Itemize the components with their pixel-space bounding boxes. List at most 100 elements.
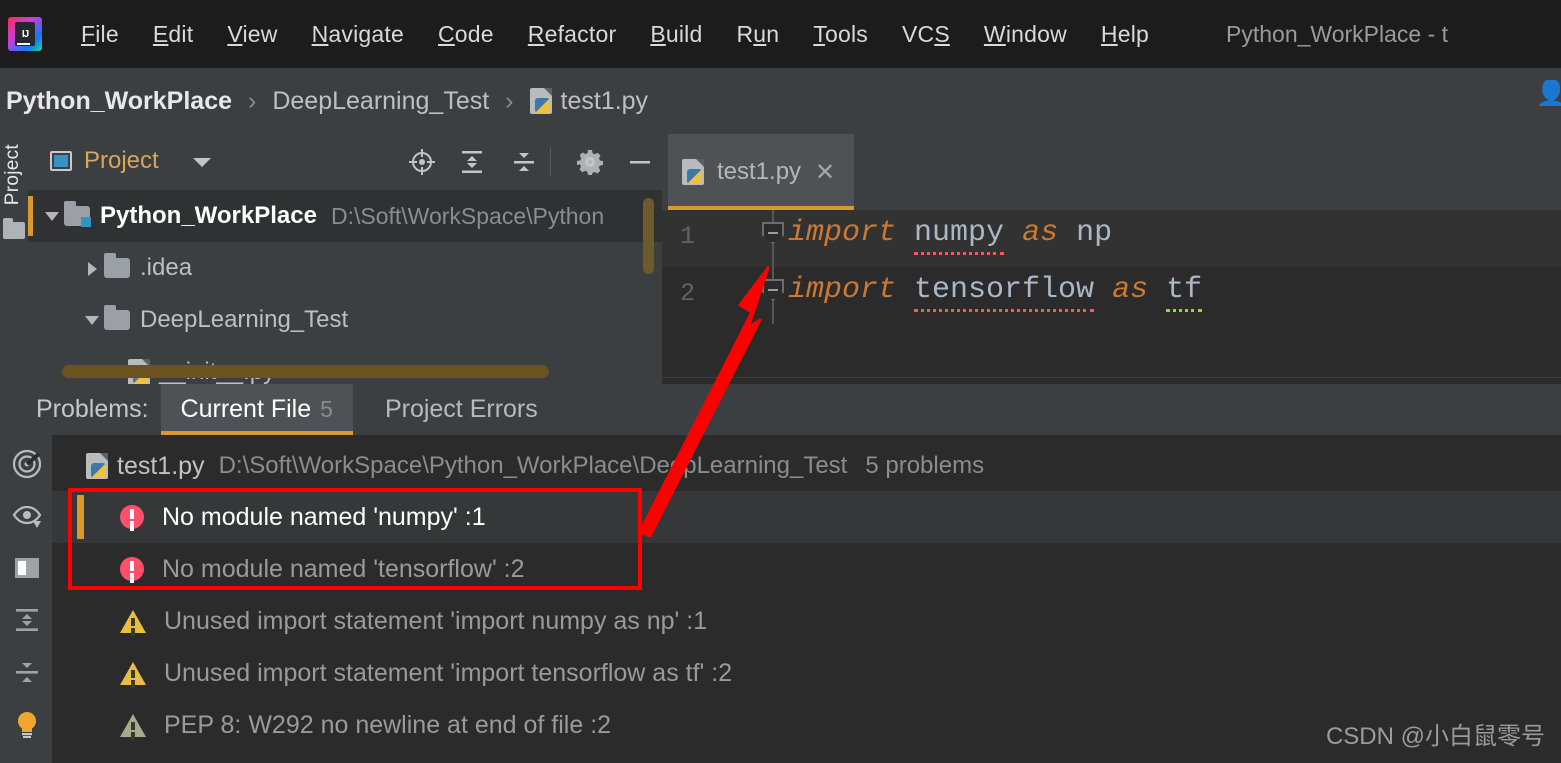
problem-row-warning-numpy-unused[interactable]: Unused import statement 'import numpy as… [52,595,1561,647]
project-tree-vertical-scrollbar[interactable] [643,198,654,274]
code-text-line-2: import tensorflow as tf [788,273,1203,312]
code-line-2[interactable]: 2 import tensorflow as tf [662,267,1561,324]
tree-item-label: Python_WorkPlace [100,202,317,229]
editor-divider [662,377,1561,378]
breadcrumb-label: Python_WorkPlace [6,86,233,115]
project-panel-title: Project [84,147,159,174]
problem-row-error-numpy[interactable]: No module named 'numpy' :1 [52,491,1561,543]
problems-tool-window: Problems: Current File 5 Project Errors [0,384,1561,763]
fold-marker-icon[interactable] [762,222,784,244]
chevron-right-icon[interactable] [84,260,100,276]
problems-file-path: D:\Soft\WorkSpace\Python_WorkPlace\DeepL… [218,452,848,479]
fold-marker-icon[interactable] [762,279,784,301]
tree-item-deeplearning-test[interactable]: DeepLearning_Test [28,294,662,346]
editor-area: test1.py ✕ 1 import numpy as np 2 import… [662,134,1561,384]
menu-item-navigate[interactable]: Navigate [295,21,421,48]
editor-body[interactable]: 1 import numpy as np 2 import tensorflow… [662,210,1561,384]
menu-item-refactor[interactable]: Refactor [511,21,634,48]
tab-count: 5 [320,396,333,422]
module-tensorflow: tensorflow [914,273,1095,312]
chevron-down-icon[interactable] [44,208,60,224]
menu-item-vcs[interactable]: VCS [885,21,967,48]
user-avatar-icon[interactable]: 👤 [1535,80,1561,106]
code-text-line-1: import numpy as np [788,216,1112,255]
folder-icon [104,305,130,330]
editor-tab-strip: test1.py ✕ [662,134,1561,210]
expand-all-icon[interactable] [12,605,42,635]
minimize-icon[interactable] [626,148,654,176]
gear-icon[interactable] [576,148,604,176]
watermark: CSDN @小白鼠零号 [1325,723,1545,750]
tab-project-errors[interactable]: Project Errors [365,384,558,435]
problems-file-name: test1.py [117,451,205,480]
window-title: Python_WorkPlace - t [1226,20,1449,47]
tab-label: Project Errors [384,395,538,423]
menu-item-view[interactable]: View [210,21,294,48]
chevron-right-icon: › [505,86,514,115]
problems-label: Problems: [36,395,149,423]
problem-text: PEP 8: W292 no newline at end of file :2 [164,710,612,739]
code-line-1[interactable]: 1 import numpy as np [662,210,1561,267]
tab-current-file[interactable]: Current File 5 [160,384,354,435]
menu-item-help[interactable]: Help [1084,21,1166,48]
inspection-radar-icon[interactable] [12,449,42,479]
chevron-right-icon: › [248,86,257,115]
menu-item-file[interactable]: File [64,21,136,48]
problems-list: test1.py D:\Soft\WorkSpace\Python_WorkPl… [52,435,1561,763]
error-icon [120,557,144,581]
menu-item-edit[interactable]: Edit [136,21,210,48]
folder-icon [3,218,25,239]
toolbar-separator [550,148,551,176]
problem-text: No module named 'numpy' :1 [162,502,486,531]
breadcrumb-item-project[interactable]: Python_WorkPlace [6,87,232,116]
line-number: 2 [680,279,696,308]
menu-item-window[interactable]: Window [967,21,1084,48]
breadcrumb-item-file[interactable]: test1.py [529,86,649,116]
keyword-as: as [1022,216,1077,250]
problem-row-warning-tensorflow-unused[interactable]: Unused import statement 'import tensorfl… [52,647,1561,699]
locate-icon[interactable] [408,148,436,176]
folder-icon [104,253,130,278]
line-number: 1 [680,222,696,251]
keyword-import: import [788,273,915,307]
problem-text: Unused import statement 'import tensorfl… [164,658,733,687]
problems-body: test1.py D:\Soft\WorkSpace\Python_WorkPl… [0,435,1561,763]
menu-item-run[interactable]: Run [719,21,796,48]
menu-item-build[interactable]: Build [633,21,719,48]
problem-row-error-tensorflow[interactable]: No module named 'tensorflow' :2 [52,543,1561,595]
close-icon[interactable]: ✕ [815,158,835,187]
tool-window-tab-project[interactable]: Project [2,144,24,205]
left-tool-strip: Project [0,134,28,384]
chevron-down-icon[interactable] [193,158,211,167]
menu-item-tools[interactable]: Tools [796,21,885,48]
module-folder-icon [64,201,91,227]
pycharm-window: IJ File Edit View Navigate Code Refactor… [0,0,1561,763]
intellij-idea-logo-icon[interactable]: IJ [8,17,42,51]
tree-item-python-workplace[interactable]: Python_WorkPlace D:\Soft\WorkSpace\Pytho… [28,190,662,242]
tree-item-idea[interactable]: .idea [28,242,662,294]
problem-text: Unused import statement 'import numpy as… [164,606,708,635]
collapse-all-icon[interactable] [12,657,42,687]
warning-icon [120,661,146,685]
collapse-all-icon[interactable] [510,148,538,176]
menu-item-code[interactable]: Code [421,21,511,48]
chevron-down-icon[interactable] [84,312,100,328]
project-tree-horizontal-scrollbar[interactable] [62,365,549,378]
tree-item-label: DeepLearning_Test [140,306,349,333]
tree-selection-marker [28,196,33,236]
eye-preview-icon[interactable] [12,501,42,531]
breadcrumb-label: test1.py [560,86,649,115]
breadcrumb-label: DeepLearning_Test [272,86,490,115]
breadcrumb-item-folder[interactable]: DeepLearning_Test [272,87,489,116]
layout-panel-icon[interactable] [12,553,42,583]
expand-all-icon[interactable] [458,148,486,176]
tree-item-label: .idea [140,254,193,281]
problems-file-row[interactable]: test1.py D:\Soft\WorkSpace\Python_WorkPl… [52,443,984,489]
tab-label: Current File [180,395,312,423]
lightbulb-icon[interactable] [12,709,42,739]
keyword-as: as [1112,273,1167,307]
editor-tab-label: test1.py [717,158,802,185]
row-selection-marker [77,495,84,539]
editor-tab-test1-py[interactable]: test1.py ✕ [668,134,854,210]
